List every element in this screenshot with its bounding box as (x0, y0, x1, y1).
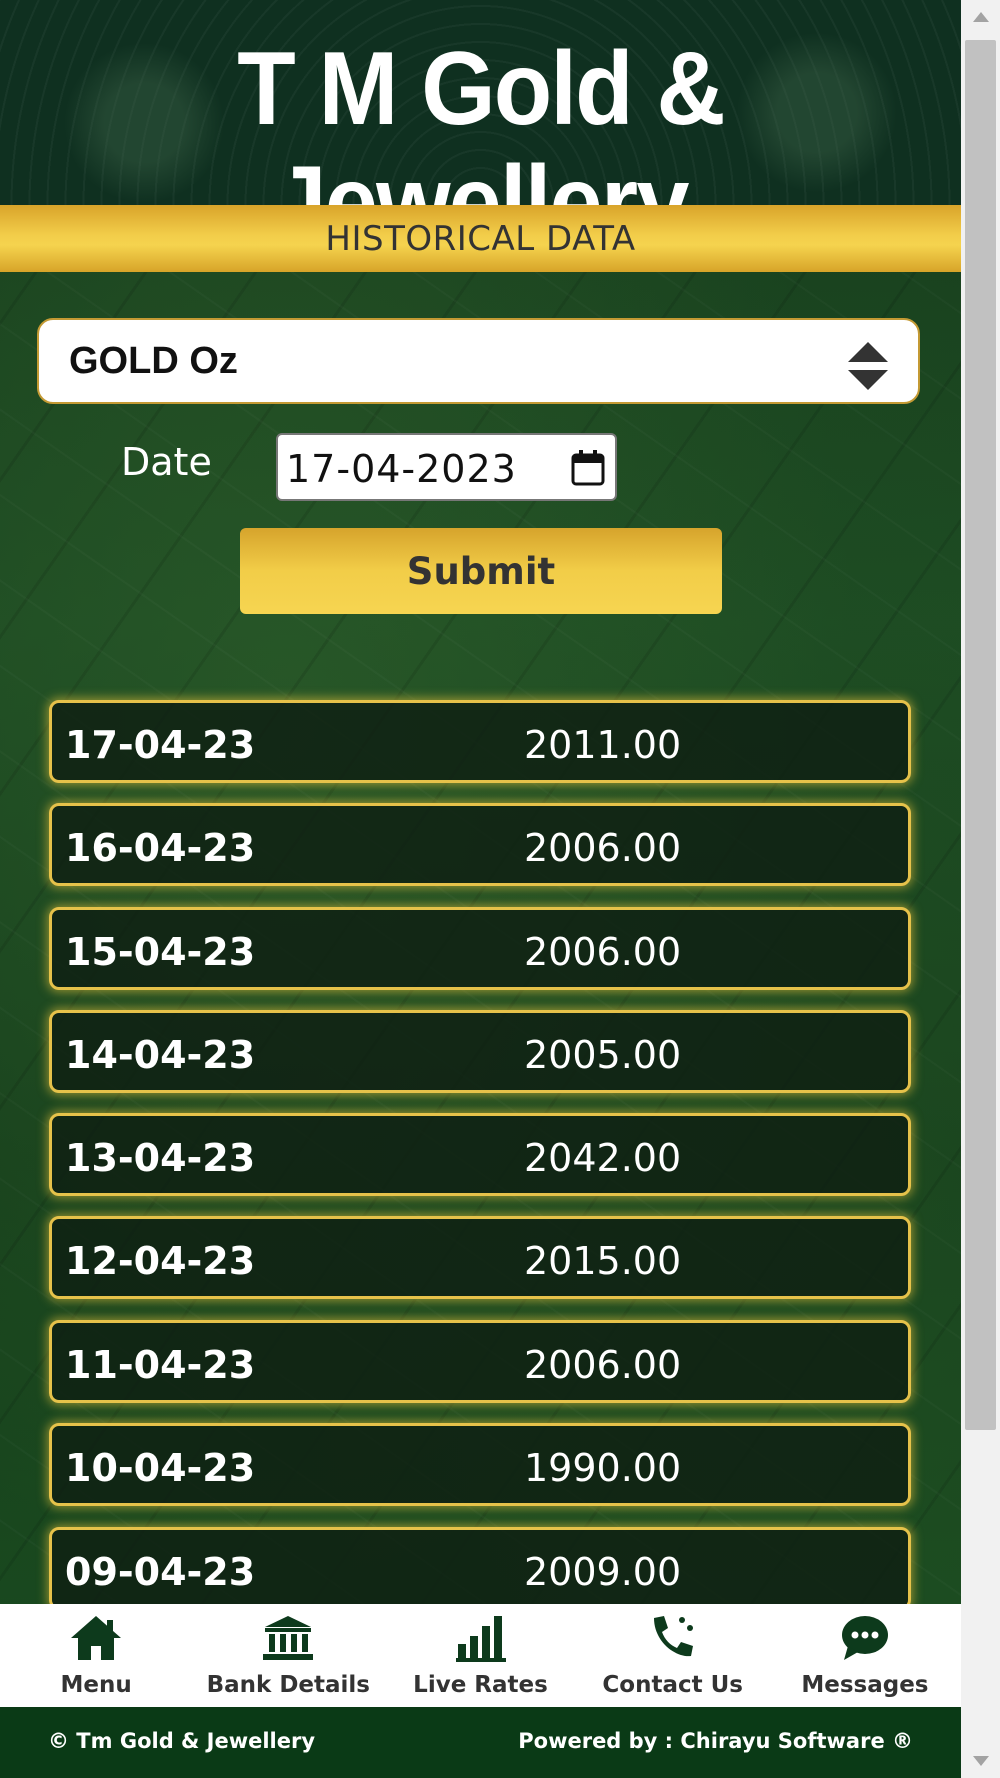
history-price: 2006.00 (524, 930, 682, 974)
footer-powered-by: Powered by : Chirayu Software ® (518, 1729, 913, 1753)
history-row: 12-04-23 2015.00 (49, 1216, 911, 1299)
history-row: 16-04-23 2006.00 (49, 803, 911, 886)
history-date: 11-04-23 (65, 1343, 256, 1387)
bottom-nav: Menu Bank Details Live Rates Contact Us … (0, 1604, 961, 1707)
history-price: 2015.00 (524, 1239, 682, 1283)
history-date: 15-04-23 (65, 930, 256, 974)
history-date: 14-04-23 (65, 1033, 256, 1077)
scroll-down-arrow[interactable] (973, 1756, 989, 1766)
history-price: 1990.00 (524, 1446, 682, 1490)
section-title: HISTORICAL DATA (325, 218, 636, 259)
history-date: 16-04-23 (65, 826, 256, 870)
nav-label: Messages (801, 1672, 929, 1698)
history-date: 13-04-23 (65, 1136, 256, 1180)
nav-label: Menu (60, 1672, 132, 1698)
history-row: 14-04-23 2005.00 (49, 1010, 911, 1093)
scroll-thumb[interactable] (965, 40, 996, 1430)
submit-label: Submit (406, 549, 556, 593)
date-input[interactable]: 17-04-2023 (276, 433, 617, 501)
history-price: 2011.00 (524, 723, 682, 767)
history-price: 2009.00 (524, 1550, 682, 1594)
app-viewport: T M Gold & Jewellery HISTORICAL DATA GOL… (0, 0, 961, 1778)
history-row: 15-04-23 2006.00 (49, 907, 911, 990)
nav-label: Contact Us (602, 1672, 743, 1698)
submit-button[interactable]: Submit (240, 528, 722, 614)
date-input-value: 17-04-2023 (286, 447, 517, 491)
nav-item-contact-us[interactable]: Contact Us (577, 1604, 769, 1707)
bank-icon (263, 1616, 314, 1660)
nav-item-live-rates[interactable]: Live Rates (384, 1604, 576, 1707)
product-select-value: GOLD Oz (69, 340, 238, 382)
history-row: 17-04-23 2011.00 (49, 700, 911, 783)
date-label: Date (121, 440, 212, 484)
history-row: 11-04-23 2006.00 (49, 1320, 911, 1403)
header: T M Gold & Jewellery (0, 0, 961, 261)
home-icon (71, 1616, 122, 1660)
history-date: 10-04-23 (65, 1446, 256, 1490)
bar-chart-icon (455, 1616, 506, 1662)
nav-item-messages[interactable]: Messages (769, 1604, 961, 1707)
nav-label: Live Rates (413, 1672, 548, 1698)
history-row: 09-04-23 2009.00 (49, 1527, 911, 1610)
history-date: 12-04-23 (65, 1239, 256, 1283)
history-date: 17-04-23 (65, 723, 256, 767)
history-row: 13-04-23 2042.00 (49, 1113, 911, 1196)
footer: © Tm Gold & Jewellery Powered by : Chira… (0, 1707, 961, 1778)
calendar-icon[interactable] (571, 450, 605, 486)
nav-item-menu[interactable]: Menu (0, 1604, 192, 1707)
select-updown-icon (848, 342, 888, 390)
footer-copyright: © Tm Gold & Jewellery (48, 1729, 316, 1753)
nav-label: Bank Details (206, 1672, 370, 1698)
nav-item-bank-details[interactable]: Bank Details (192, 1604, 384, 1707)
history-price: 2042.00 (524, 1136, 682, 1180)
section-band: HISTORICAL DATA (0, 205, 961, 272)
phone-icon (653, 1616, 693, 1657)
history-row: 10-04-23 1990.00 (49, 1423, 911, 1506)
history-date: 09-04-23 (65, 1550, 256, 1594)
vertical-scrollbar[interactable] (961, 0, 1000, 1778)
history-price: 2006.00 (524, 826, 682, 870)
history-price: 2005.00 (524, 1033, 682, 1077)
product-select[interactable]: GOLD Oz (37, 318, 920, 404)
chat-icon (841, 1616, 888, 1660)
scroll-up-arrow[interactable] (973, 12, 989, 22)
history-price: 2006.00 (524, 1343, 682, 1387)
